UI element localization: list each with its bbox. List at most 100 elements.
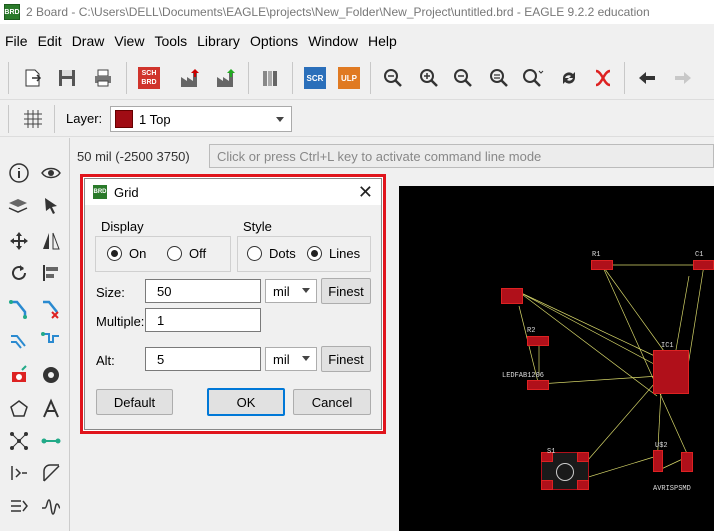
style-dots-radio[interactable]: Dots [247, 246, 296, 261]
pad-r2[interactable] [527, 336, 549, 346]
print-icon[interactable] [90, 66, 116, 90]
waveform-icon[interactable] [38, 494, 64, 520]
pad-c1[interactable] [693, 260, 714, 270]
dialog-title: Grid [114, 184, 139, 200]
close-icon[interactable]: ✕ [358, 182, 373, 203]
window-title: 2 Board - C:\Users\DELL\Documents\EAGLE\… [26, 5, 650, 19]
menu-tools[interactable]: Tools [149, 33, 192, 49]
attribute-icon[interactable] [6, 494, 32, 520]
alt-label: Alt: [96, 353, 115, 368]
ok-button[interactable]: OK [207, 388, 285, 416]
style-lines-radio[interactable]: Lines [307, 246, 360, 261]
display-group-label: Display [101, 219, 144, 234]
display-off-radio[interactable]: Off [167, 246, 206, 261]
cam-processor-icon[interactable] [178, 66, 204, 90]
menu-edit[interactable]: Edit [33, 33, 67, 49]
command-line-input[interactable]: Click or press Ctrl+L key to activate co… [209, 144, 714, 168]
label-u2: U$2 [655, 442, 668, 450]
sch-brd-switch-icon[interactable]: SCH BRD [136, 66, 162, 90]
layer-select[interactable]: 1 Top [110, 106, 292, 132]
manufacturing-icon[interactable] [214, 66, 240, 90]
pad-avrisp-right[interactable] [681, 452, 693, 472]
menu-window[interactable]: Window [303, 33, 363, 49]
layer-label: Layer: [66, 111, 103, 126]
wire-icon[interactable] [38, 428, 64, 454]
alt-unit-select[interactable]: mil [265, 347, 317, 371]
signal-icon[interactable] [6, 428, 32, 454]
route-icon[interactable] [6, 296, 32, 322]
ulp-icon[interactable]: ULP [336, 66, 362, 90]
menu-view[interactable]: View [109, 33, 149, 49]
save-icon[interactable] [54, 66, 80, 90]
info-icon[interactable] [6, 160, 32, 186]
zoom-out-icon[interactable] [450, 66, 476, 90]
undo-icon[interactable] [634, 66, 660, 90]
menu-file[interactable]: File [0, 33, 33, 49]
default-button[interactable]: Default [96, 389, 173, 415]
brd-icon: BRD [93, 185, 107, 199]
ripup-icon[interactable] [38, 296, 64, 322]
tool-palette [0, 138, 70, 531]
zoom-in-icon[interactable] [416, 66, 442, 90]
connect-icon[interactable] [6, 460, 32, 486]
redraw-icon[interactable] [556, 66, 582, 90]
alt-finest-button[interactable]: Finest [321, 346, 371, 372]
size-input[interactable]: 50 [145, 279, 261, 303]
menu-library[interactable]: Library [192, 33, 245, 49]
label-c1: C1 [695, 251, 704, 259]
grid-icon[interactable] [20, 107, 46, 131]
display-on-radio[interactable]: On [107, 246, 146, 261]
switch-circle [556, 463, 574, 481]
layer-color-swatch [115, 110, 133, 128]
rotate-icon[interactable] [6, 260, 32, 286]
size-unit-select[interactable]: mil [265, 279, 317, 303]
mirror-icon[interactable] [38, 228, 64, 254]
show-eye-icon[interactable] [38, 160, 64, 186]
pad-avrisp-left[interactable] [653, 450, 663, 472]
script-icon[interactable]: SCR [302, 66, 328, 90]
size-finest-button[interactable]: Finest [321, 278, 371, 304]
text-icon[interactable] [38, 396, 64, 422]
multiple-input[interactable]: 1 [145, 308, 261, 332]
label-r1: R1 [592, 251, 601, 259]
dialog-title-bar: BRD Grid ✕ [85, 179, 381, 205]
zoom-fit-icon[interactable] [380, 66, 406, 90]
pad-s1-b[interactable] [577, 452, 589, 462]
layer-toolbar: Layer: [0, 101, 714, 137]
redo-icon[interactable] [670, 66, 696, 90]
menu-options[interactable]: Options [245, 33, 303, 49]
move-icon[interactable] [6, 228, 32, 254]
alt-input[interactable]: 5 [145, 347, 261, 371]
open-icon[interactable] [20, 66, 46, 90]
layer-settings-icon[interactable] [6, 193, 32, 219]
line-icon[interactable] [38, 460, 64, 486]
align-icon[interactable] [38, 260, 64, 286]
label-ic1: IC1 [661, 342, 674, 350]
size-label: Size: [96, 285, 125, 300]
label-avrisp: AVRISPSMD [653, 485, 691, 493]
zoom-previous-icon[interactable] [486, 66, 512, 90]
multiple-label: Multiple: [96, 314, 145, 329]
pad-r1[interactable] [591, 260, 613, 270]
grid-dialog: BRD Grid ✕ Display On Off Style Dots Lin… [84, 178, 382, 430]
select-icon[interactable] [38, 193, 64, 219]
menu-help[interactable]: Help [363, 33, 402, 49]
pcb-board[interactable]: R1 C1 R2 LEDFAB1206 IC1 S1 U$2 AVRISPSMD [399, 186, 714, 531]
menu-draw[interactable]: Draw [67, 33, 110, 49]
pad-icon[interactable] [38, 362, 64, 388]
pad-connector[interactable] [501, 288, 523, 304]
polygon-icon[interactable] [6, 396, 32, 422]
stop-icon[interactable] [590, 66, 616, 90]
route-multiple-icon[interactable] [6, 328, 32, 354]
cancel-button[interactable]: Cancel [293, 389, 371, 415]
pad-ic1[interactable] [653, 350, 689, 394]
meander-icon[interactable] [38, 328, 64, 354]
zoom-select-icon[interactable] [520, 66, 546, 90]
pad-led[interactable] [527, 380, 549, 390]
layer-select-value: 1 Top [139, 111, 171, 127]
library-icon[interactable] [258, 66, 284, 90]
pad-s1-c[interactable] [541, 480, 553, 490]
via-icon[interactable] [6, 362, 32, 388]
label-r2: R2 [527, 327, 536, 335]
pad-s1-d[interactable] [577, 480, 589, 490]
